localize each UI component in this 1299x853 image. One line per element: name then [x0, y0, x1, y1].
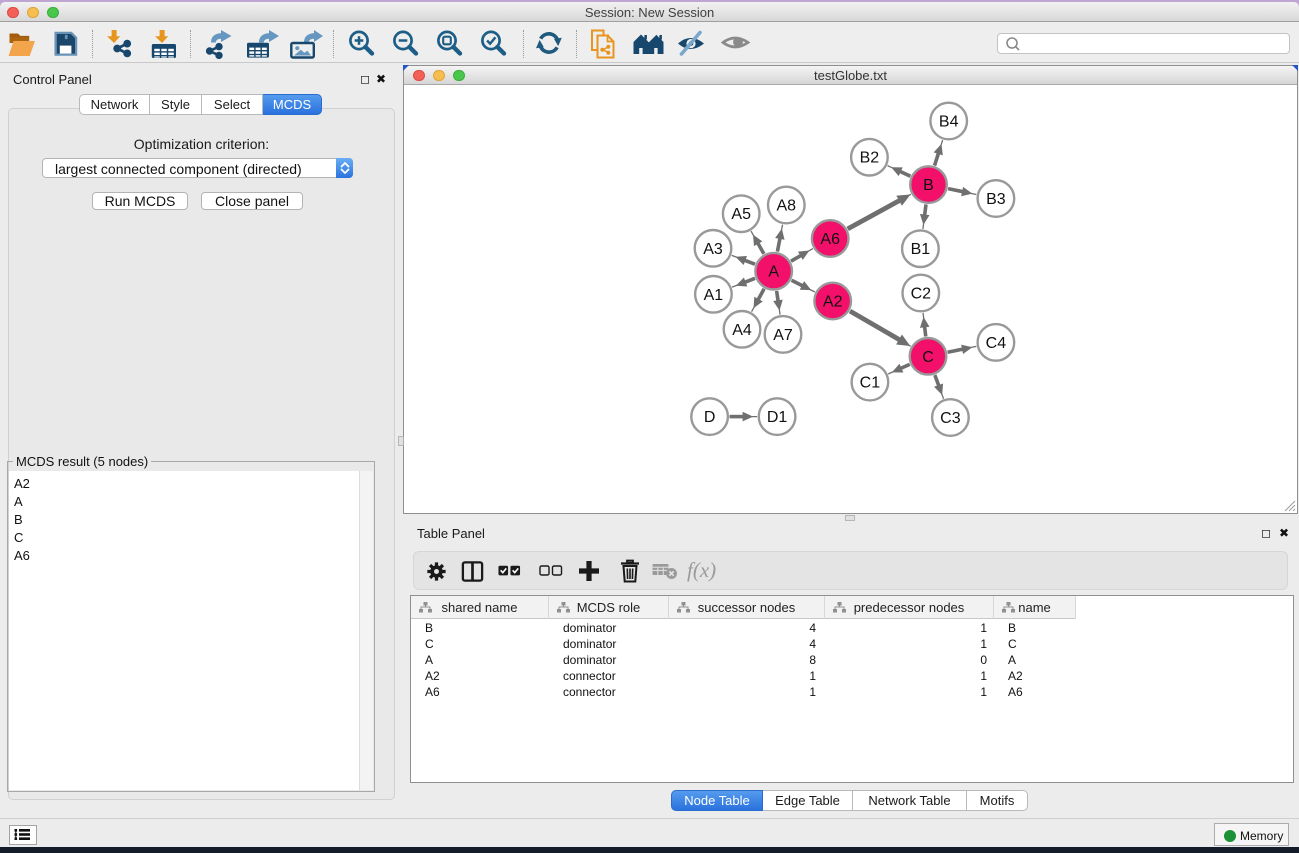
svg-text:A3: A3 [703, 241, 723, 258]
svg-text:C4: C4 [986, 335, 1007, 352]
svg-text:D1: D1 [767, 409, 788, 426]
svg-text:A6: A6 [820, 231, 840, 248]
svg-text:B1: B1 [911, 241, 931, 258]
svg-text:B2: B2 [860, 150, 880, 167]
svg-text:A1: A1 [704, 287, 724, 304]
svg-text:A8: A8 [777, 198, 797, 215]
svg-text:A2: A2 [823, 294, 843, 311]
svg-text:A7: A7 [773, 327, 793, 344]
svg-text:C2: C2 [911, 286, 932, 303]
svg-text:A: A [768, 264, 779, 281]
svg-text:D: D [704, 409, 716, 426]
svg-text:A4: A4 [732, 322, 752, 339]
svg-text:C: C [922, 349, 934, 366]
svg-text:A5: A5 [731, 206, 751, 223]
svg-text:B: B [923, 177, 934, 194]
svg-text:B3: B3 [986, 191, 1006, 208]
svg-text:C3: C3 [940, 410, 961, 427]
svg-text:C1: C1 [860, 375, 881, 392]
svg-text:B4: B4 [939, 114, 959, 131]
